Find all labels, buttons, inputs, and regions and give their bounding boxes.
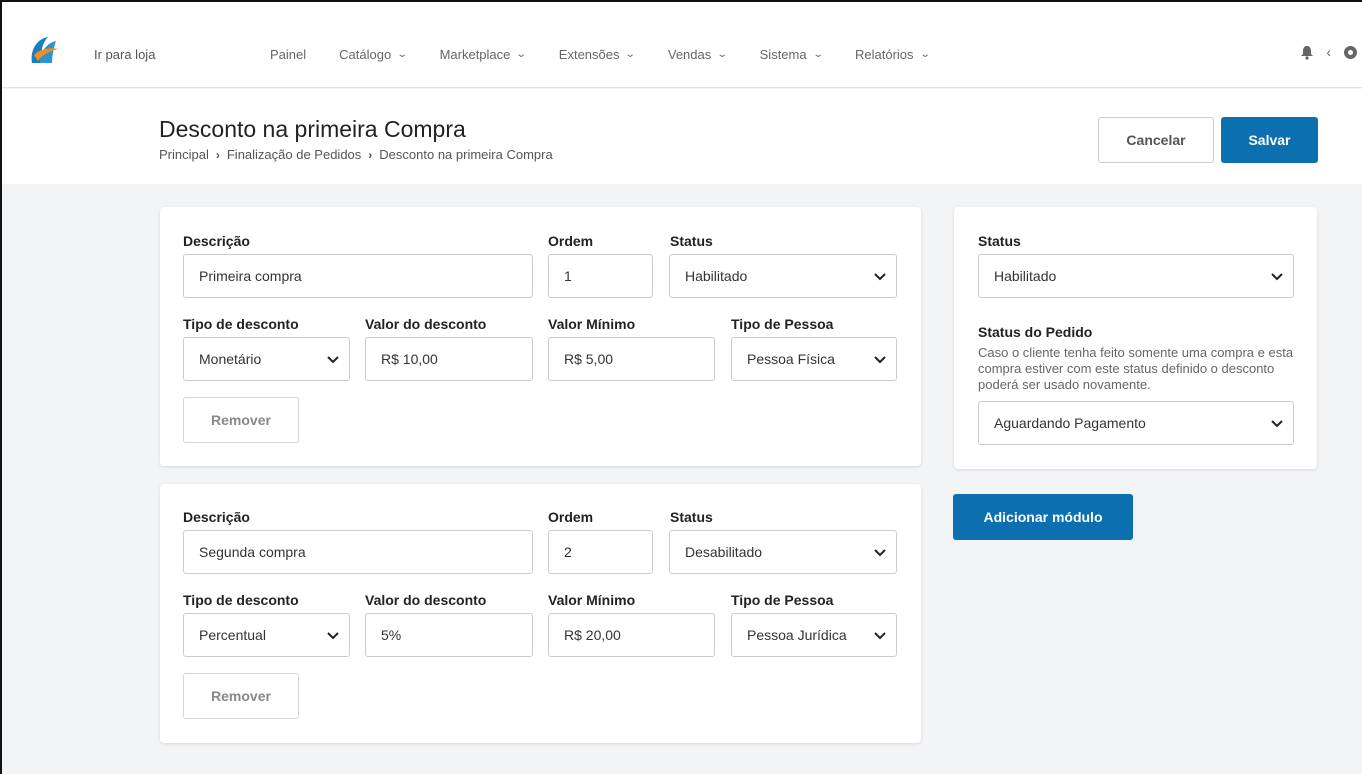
chevron-down-icon [327, 632, 339, 640]
order-status-label: Status do Pedido [978, 324, 1093, 340]
chevron-down-icon [1271, 420, 1283, 428]
chevron-down-icon [1271, 273, 1283, 281]
chevron-right-icon: › [215, 147, 220, 162]
menu-label: Vendas [667, 47, 712, 62]
menu-painel[interactable]: Painel [270, 47, 306, 62]
status-label: Status [670, 509, 713, 525]
chevron-down-icon: ⌄ [516, 49, 528, 60]
page-header: Desconto na primeira Compra Principal › … [2, 89, 1362, 184]
app-window: Ir para loja Painel Catálogo ⌄ Marketpla… [0, 0, 1362, 774]
chevron-down-icon: ⌄ [396, 49, 408, 60]
menu-sistema[interactable]: Sistema ⌄ [759, 47, 824, 62]
tipo-desconto-value: Percentual [199, 627, 266, 643]
chevron-down-icon [327, 356, 339, 364]
bell-icon[interactable] [1300, 45, 1314, 60]
menu-label: Catálogo [339, 47, 392, 62]
valor-minimo-input[interactable]: R$ 20,00 [548, 613, 715, 657]
chevron-down-icon [874, 549, 886, 557]
valor-minimo-label: Valor Mínimo [548, 592, 636, 608]
status-select-value: Habilitado [685, 268, 748, 284]
menu-catalogo[interactable]: Catálogo ⌄ [339, 47, 408, 62]
descricao-input[interactable]: Primeira compra [183, 254, 533, 298]
nav-actions: ‹ [1300, 44, 1362, 60]
tipo-pessoa-select[interactable]: Pessoa Jurídica [731, 613, 897, 657]
menu-label: Painel [270, 47, 307, 62]
menu-label: Relatórios [855, 47, 914, 62]
menu-label: Marketplace [439, 47, 511, 62]
cancel-button[interactable]: Cancelar [1098, 117, 1214, 163]
descricao-label: Descrição [183, 233, 250, 249]
ordem-input[interactable]: 1 [548, 254, 653, 298]
tipo-pessoa-label: Tipo de Pessoa [731, 592, 834, 608]
tipo-desconto-select[interactable]: Monetário [183, 337, 350, 381]
menu-relatorios[interactable]: Relatórios ⌄ [855, 47, 931, 62]
chevron-down-icon [874, 632, 886, 640]
status-select[interactable]: Habilitado [669, 254, 897, 298]
status-select-value: Desabilitado [685, 544, 763, 560]
chevron-down-icon: ⌄ [625, 49, 637, 60]
tipo-desconto-select[interactable]: Percentual [183, 613, 350, 657]
chevron-left-icon[interactable]: ‹ [1326, 44, 1331, 60]
sidebar-status-value: Habilitado [994, 268, 1057, 284]
menu-label: Sistema [759, 47, 807, 62]
valor-desconto-label: Valor do desconto [365, 592, 487, 608]
ordem-label: Ordem [548, 509, 594, 525]
valor-desconto-input[interactable]: 5% [365, 613, 533, 657]
breadcrumb: Principal › Finalização de Pedidos › Des… [159, 147, 553, 162]
valor-desconto-label: Valor do desconto [365, 316, 487, 332]
ordem-input[interactable]: 2 [548, 530, 653, 574]
menu-marketplace[interactable]: Marketplace ⌄ [439, 47, 528, 62]
chevron-down-icon: ⌄ [716, 49, 728, 60]
settings-card: Status Habilitado Status do Pedido Caso … [954, 207, 1317, 469]
tipo-pessoa-select[interactable]: Pessoa Física [731, 337, 897, 381]
add-module-button[interactable]: Adicionar módulo [953, 494, 1133, 540]
breadcrumb-item-current[interactable]: Desconto na primeira Compra [379, 147, 552, 162]
order-status-select[interactable]: Aguardando Pagamento [978, 401, 1294, 445]
status-select[interactable]: Desabilitado [669, 530, 897, 574]
breadcrumb-item-principal[interactable]: Principal [159, 147, 209, 162]
menu-label: Extensões [558, 47, 620, 62]
remove-button[interactable]: Remover [183, 397, 299, 443]
order-status-help-text: Caso o cliente tenha feito somente uma c… [978, 345, 1294, 392]
chevron-right-icon: › [368, 147, 373, 162]
tipo-pessoa-value: Pessoa Física [747, 351, 835, 367]
top-navbar: Ir para loja Painel Catálogo ⌄ Marketpla… [2, 2, 1362, 88]
order-status-value: Aguardando Pagamento [994, 415, 1146, 431]
gear-icon[interactable] [1343, 45, 1358, 60]
brand-logo[interactable] [26, 33, 60, 67]
menu-extensoes[interactable]: Extensões ⌄ [558, 47, 637, 62]
sidebar-status-select[interactable]: Habilitado [978, 254, 1294, 298]
status-label: Status [670, 233, 713, 249]
breadcrumb-item-finalizacao[interactable]: Finalização de Pedidos [227, 147, 361, 162]
main-menu: Painel Catálogo ⌄ Marketplace ⌄ Extensõe… [270, 47, 962, 62]
ordem-label: Ordem [548, 233, 594, 249]
tipo-desconto-label: Tipo de desconto [183, 592, 299, 608]
discount-rule-card: Descrição Ordem Status Segunda compra 2 … [160, 484, 921, 743]
go-to-store-link[interactable]: Ir para loja [94, 47, 155, 62]
tipo-desconto-label: Tipo de desconto [183, 316, 299, 332]
sidebar-status-label: Status [978, 233, 1021, 249]
chevron-down-icon: ⌄ [812, 49, 824, 60]
page-title: Desconto na primeira Compra [159, 116, 466, 142]
descricao-input[interactable]: Segunda compra [183, 530, 533, 574]
chevron-down-icon [874, 356, 886, 364]
valor-minimo-label: Valor Mínimo [548, 316, 636, 332]
tipo-pessoa-label: Tipo de Pessoa [731, 316, 834, 332]
tipo-desconto-value: Monetário [199, 351, 262, 367]
remove-button[interactable]: Remover [183, 673, 299, 719]
valor-desconto-input[interactable]: R$ 10,00 [365, 337, 533, 381]
tipo-pessoa-value: Pessoa Jurídica [747, 627, 847, 643]
chevron-down-icon: ⌄ [919, 49, 931, 60]
discount-rule-card: Descrição Ordem Status Primeira compra 1… [160, 207, 921, 466]
chevron-down-icon [874, 273, 886, 281]
valor-minimo-input[interactable]: R$ 5,00 [548, 337, 715, 381]
save-button[interactable]: Salvar [1221, 117, 1318, 163]
menu-vendas[interactable]: Vendas ⌄ [667, 47, 728, 62]
descricao-label: Descrição [183, 509, 250, 525]
